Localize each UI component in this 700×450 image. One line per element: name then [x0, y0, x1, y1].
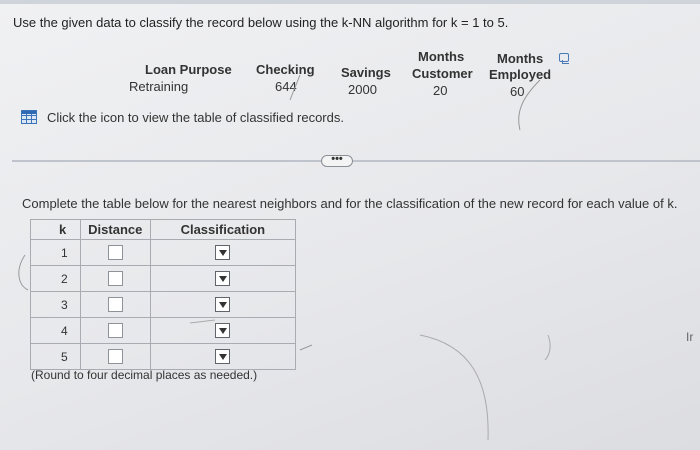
pen-marks: [18, 74, 551, 441]
